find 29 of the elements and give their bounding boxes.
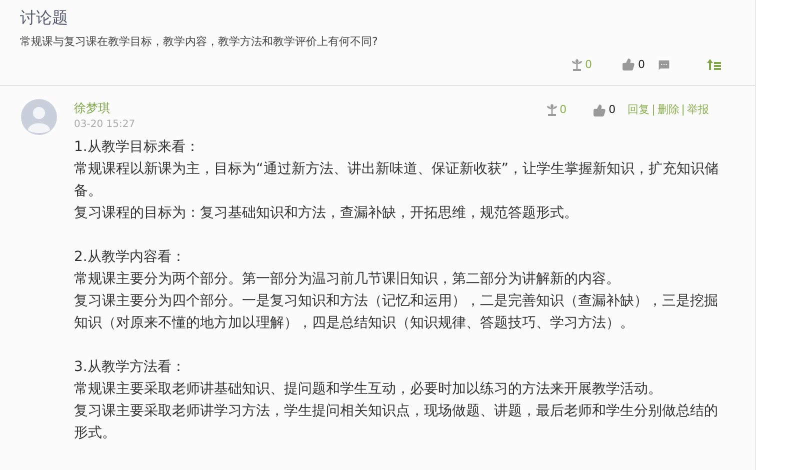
- topic-title: 讨论题: [20, 7, 69, 29]
- action-link[interactable]: 删除: [657, 102, 680, 118]
- paragraph: 常规课主要分为两个部分。第一部分为温习前几节课旧知识，第二部分为讲解新的内容。: [74, 270, 621, 289]
- paragraph: 2.从教学内容看：: [74, 248, 186, 267]
- question-text: 常规课与复习课在教学目标，教学内容，教学方法和教学评价上有何不同?: [20, 34, 379, 50]
- paragraph: 复习课程的目标为：复习基础知识和方法，查漏补缺，开拓思维，规范答题形式。: [74, 204, 579, 223]
- comment-icon[interactable]: [657, 58, 671, 72]
- paragraph: 3.从教学方法看：: [74, 358, 186, 377]
- post-time: 03-20 15:27: [74, 118, 136, 132]
- action-link[interactable]: 回复: [628, 102, 650, 118]
- avatar: [21, 99, 57, 135]
- author-name[interactable]: 徐梦琪: [74, 99, 136, 117]
- paragraph: 复习课主要采取老师讲学习方法，学生提问相关知识点，现场做题、讲题，最后老师和学生分别做总结的形式。: [74, 402, 719, 443]
- like-count: 0: [608, 102, 616, 118]
- flower-icon: [546, 104, 558, 116]
- thumbs-up-icon[interactable]: [592, 104, 606, 117]
- flower-count: 0: [585, 56, 592, 72]
- like-count: 0: [638, 56, 645, 72]
- flower-count: 0: [560, 102, 567, 118]
- paragraph: 复习课主要分为四个部分。一是复习知识和方法（记忆和运用），二是完善知识（查漏补缺），三是挖掘知识（对原来不懂的地方加以理解），四是总结知识（知识规律、答题技巧、学习方法）。: [74, 292, 719, 333]
- flower-icon: [571, 58, 583, 71]
- pin-top-icon[interactable]: [707, 59, 721, 70]
- action-link[interactable]: 举报: [687, 102, 709, 118]
- paragraph: 1.从教学目标来看：: [74, 138, 200, 157]
- paragraph: 常规课主要采取老师讲基础知识、提问题和学生互动，必要时加以练习的方法来开展教学活动。: [74, 380, 663, 399]
- thumbs-up-icon[interactable]: [622, 58, 635, 72]
- paragraph: 常规课程以新课为主，目标为“通过新方法、讲出新味道、保证新收获”，让学生掌握新知识，扩充知识储备。: [74, 160, 720, 201]
- separator: |: [681, 102, 685, 118]
- separator: |: [652, 102, 656, 118]
